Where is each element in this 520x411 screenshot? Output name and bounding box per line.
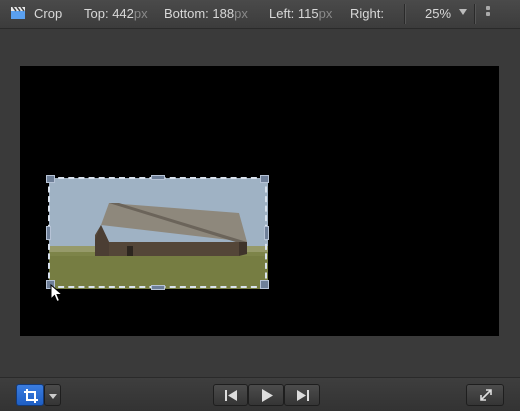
expand-icon (480, 389, 492, 401)
crop-handle-right[interactable] (264, 226, 269, 240)
skip-forward-icon (297, 390, 309, 401)
toolbar-divider (404, 4, 405, 24)
left-label: Left: (269, 6, 295, 21)
top-field[interactable]: Top: 442px (84, 6, 148, 21)
clapperboard-icon (11, 6, 25, 19)
bottom-unit: px (234, 6, 248, 21)
mouse-cursor-icon (50, 284, 64, 303)
zoom-value[interactable]: 25% (425, 6, 451, 21)
crop-handle-top-left[interactable] (46, 175, 55, 183)
play-button[interactable] (248, 384, 284, 406)
top-unit: px (133, 6, 148, 21)
crop-icon (24, 389, 38, 403)
left-unit: px (318, 6, 333, 21)
left-value[interactable]: 115 (298, 6, 319, 21)
crop-toolbar: Crop Top: 442px Bottom: 188px Left: 115p… (0, 0, 520, 29)
bottom-toolbar (0, 377, 520, 411)
top-value[interactable]: 442 (112, 6, 134, 21)
crop-handle-bottom-right[interactable] (260, 280, 269, 289)
crop-handle-bottom[interactable] (151, 285, 165, 290)
drag-handle-icon[interactable] (486, 6, 490, 22)
left-field[interactable]: Left: 115px (269, 6, 332, 21)
crop-tool-button[interactable] (16, 384, 44, 406)
play-icon (262, 389, 273, 402)
top-label: Top: (84, 6, 109, 21)
previous-frame-button[interactable] (213, 384, 248, 406)
crop-rectangle[interactable] (48, 177, 267, 288)
right-label: Right: (350, 6, 384, 21)
chevron-down-icon (49, 394, 57, 399)
chevron-down-icon[interactable] (459, 9, 467, 15)
crop-handle-top[interactable] (151, 175, 165, 180)
viewer-canvas[interactable] (20, 66, 499, 336)
bottom-value[interactable]: 188 (212, 6, 234, 21)
skip-back-icon (225, 390, 237, 401)
fullscreen-button[interactable] (466, 384, 504, 406)
crop-handle-left[interactable] (46, 226, 51, 240)
tool-label: Crop (34, 6, 63, 21)
bottom-label: Bottom: (164, 6, 209, 21)
toolbar-divider (474, 4, 475, 24)
bottom-field[interactable]: Bottom: 188px (164, 6, 248, 21)
crop-options-dropdown[interactable] (44, 384, 61, 406)
crop-handle-top-right[interactable] (260, 175, 269, 183)
right-field[interactable]: Right: (350, 6, 384, 21)
next-frame-button[interactable] (284, 384, 320, 406)
